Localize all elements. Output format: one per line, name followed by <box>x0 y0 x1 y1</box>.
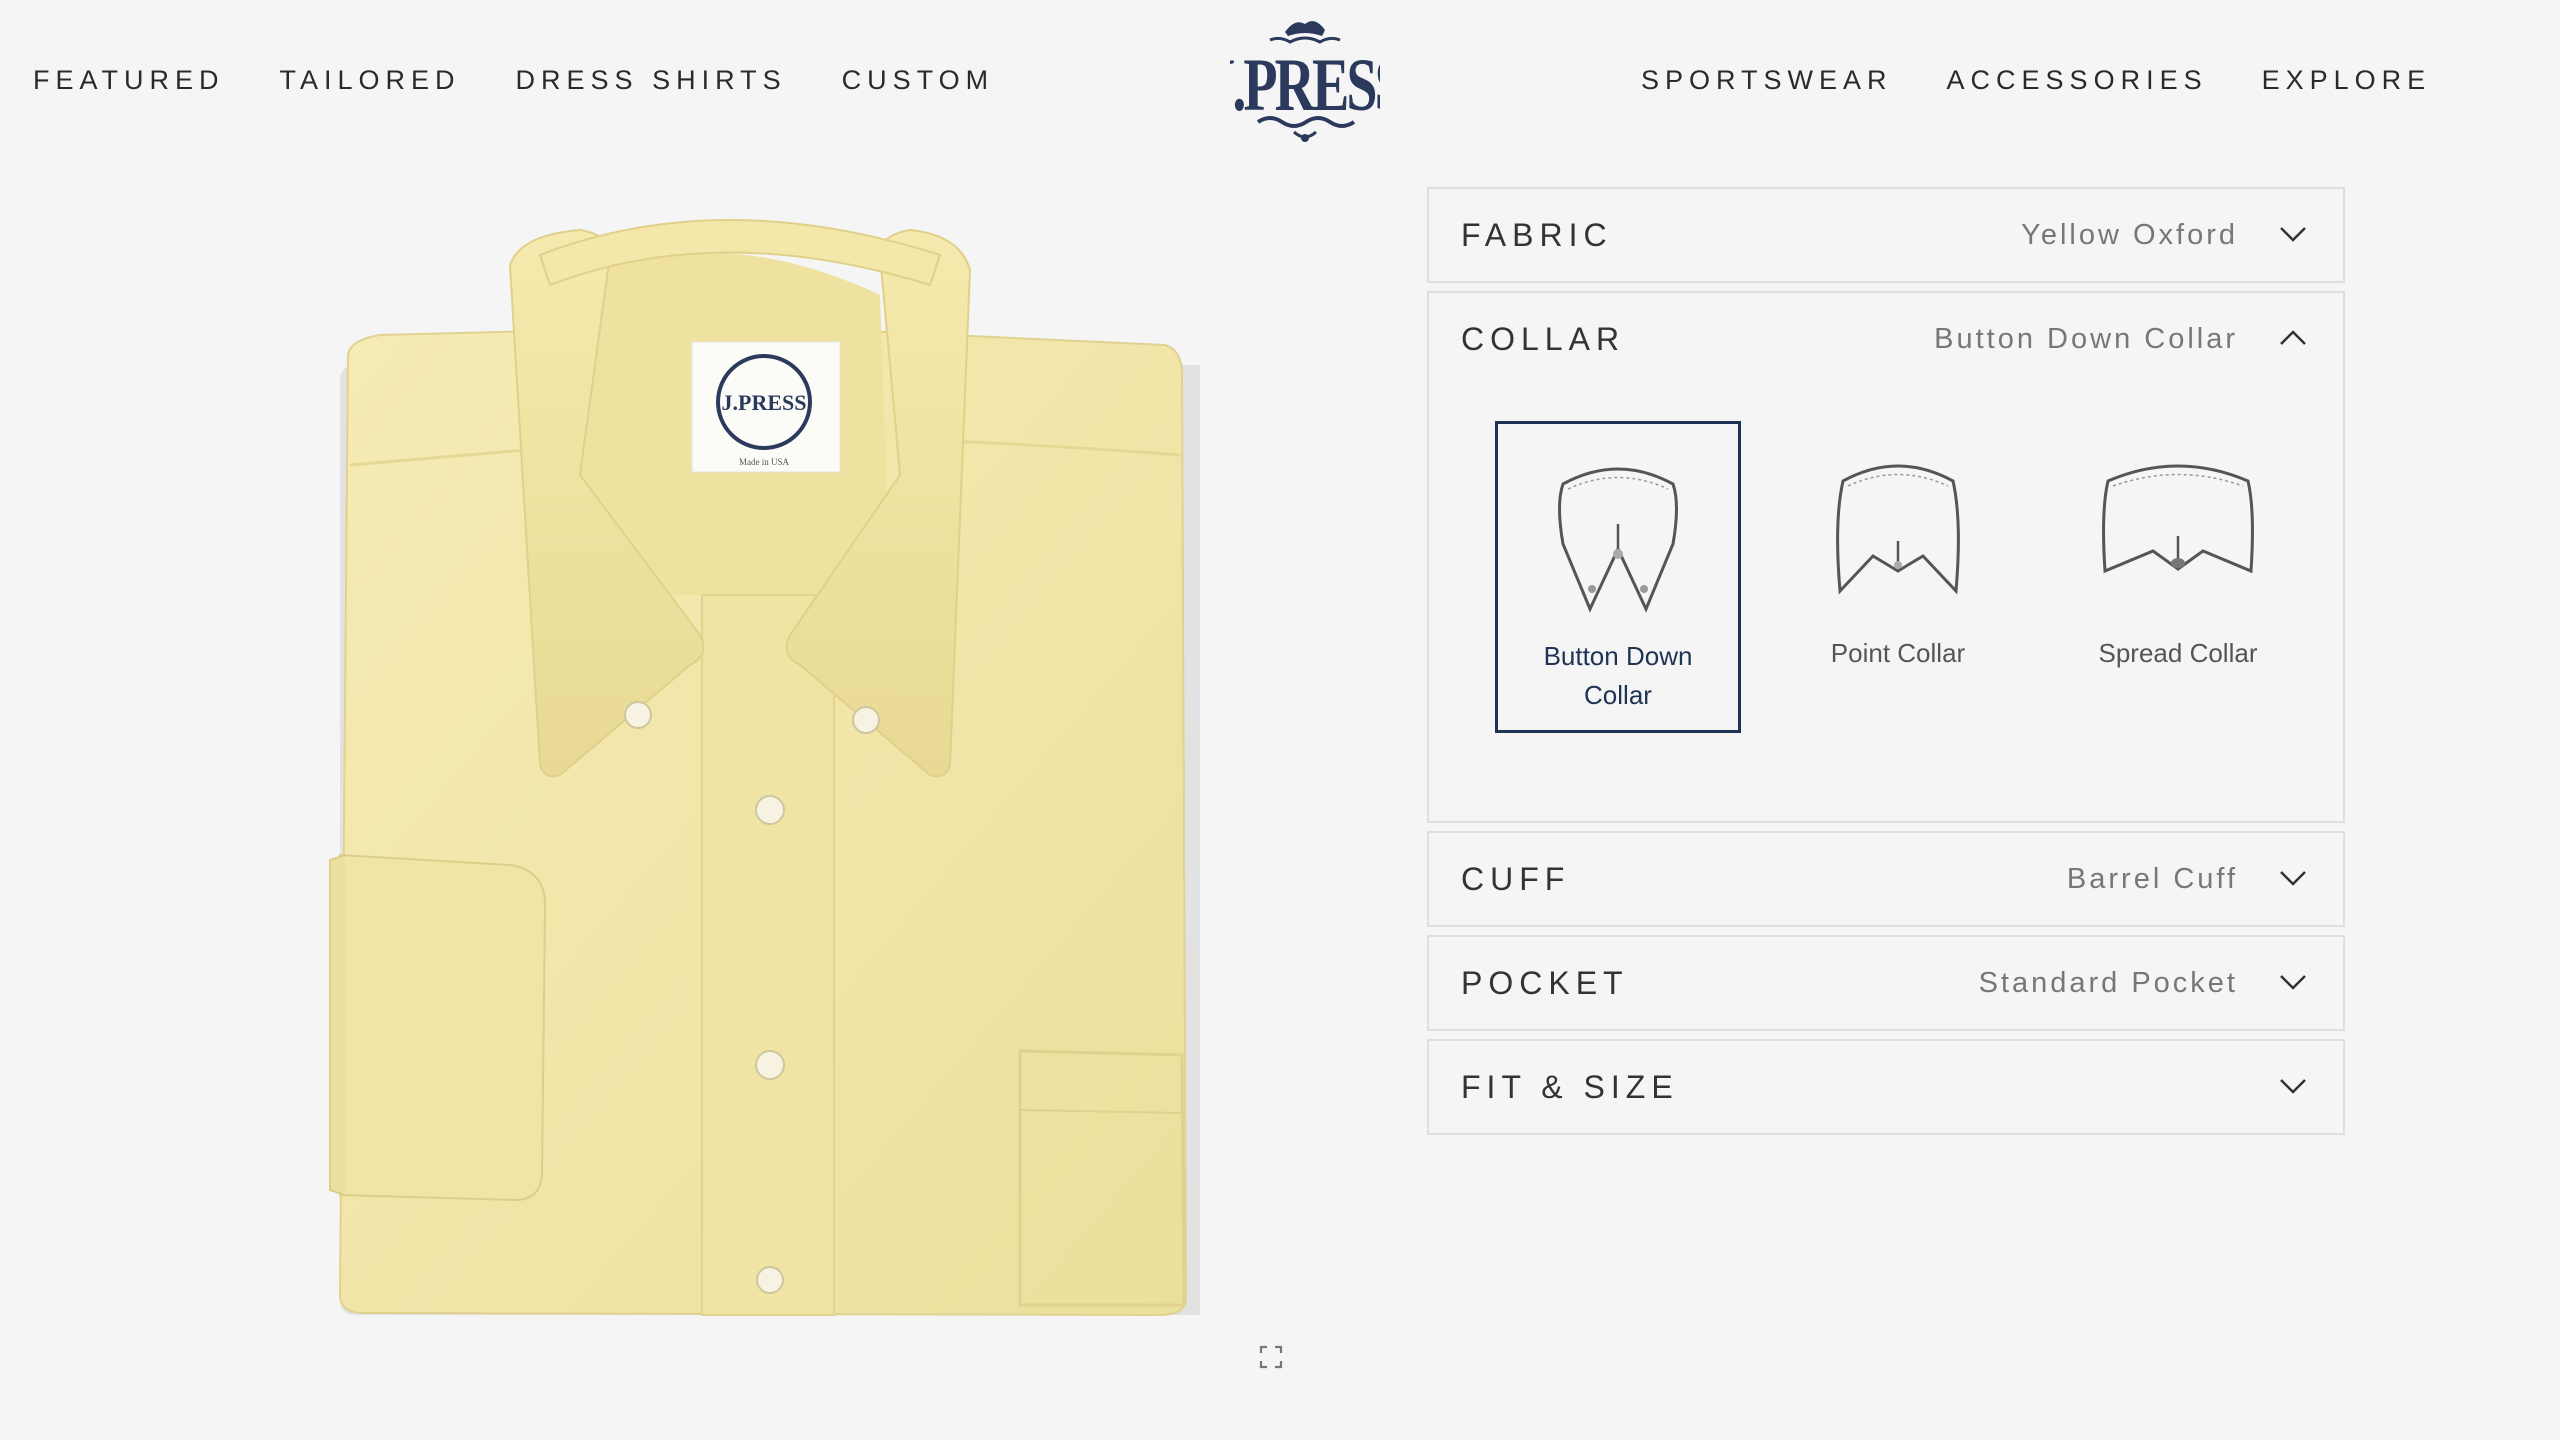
collar-option-spread[interactable]: Spread Collar <box>2055 421 2301 733</box>
nav-right-group: SPORTSWEAR ACCESSORIES EXPLORE <box>1641 60 2485 100</box>
brand-logo[interactable]: J.PRESS <box>1207 10 1407 150</box>
cuff-title: CUFF <box>1461 860 1571 897</box>
fit-size-section: FIT & SIZE <box>1427 1039 2345 1135</box>
top-navigation: FEATURED TAILORED DRESS SHIRTS CUSTOM J.… <box>0 0 2560 160</box>
folded-shirt-illustration: J.PRESS Made in USA <box>329 219 1220 1317</box>
nav-custom[interactable]: CUSTOM <box>842 60 995 100</box>
cuff-section: CUFF Barrel Cuff <box>1427 831 2345 927</box>
nav-sportswear[interactable]: SPORTSWEAR <box>1641 60 1893 100</box>
nav-left-group: FEATURED TAILORED DRESS SHIRTS CUSTOM <box>33 60 1049 100</box>
collar-option-point[interactable]: Point Collar <box>1775 421 2021 733</box>
fabric-value: Yellow Oxford <box>2021 218 2238 251</box>
collar-options: Button Down Collar Point Collar Spread C… <box>1429 385 2343 821</box>
nav-dress-shirts[interactable]: DRESS SHIRTS <box>516 60 787 100</box>
logo-text: J.PRESS <box>1230 44 1380 127</box>
product-image: J.PRESS Made in USA <box>320 215 1220 1335</box>
collar-option-label: Spread Collar <box>2098 638 2258 668</box>
button-down-collar-icon <box>1558 467 1678 613</box>
collar-option-label: Point Collar <box>1830 638 1966 668</box>
collar-value: Button Down Collar <box>1934 322 2238 355</box>
pocket-value: Standard Pocket <box>1978 966 2238 999</box>
chevron-up-icon <box>2280 330 2306 345</box>
spread-collar-icon <box>2102 464 2254 574</box>
pocket-section: POCKET Standard Pocket <box>1427 935 2345 1031</box>
fabric-header[interactable]: FABRIC Yellow Oxford <box>1429 189 2343 281</box>
expand-icon[interactable] <box>1259 1345 1283 1369</box>
label-logo: J.PRESS <box>722 390 807 415</box>
pocket-header[interactable]: POCKET Standard Pocket <box>1429 937 2343 1029</box>
fabric-section: FABRIC Yellow Oxford <box>1427 187 2345 283</box>
collar-option-label: Button Down Collar <box>1543 641 1693 710</box>
nav-accessories[interactable]: ACCESSORIES <box>1947 60 2208 100</box>
pocket-title: POCKET <box>1461 964 1629 1001</box>
cuff-header[interactable]: CUFF Barrel Cuff <box>1429 833 2343 925</box>
chevron-down-icon <box>2280 227 2306 242</box>
collar-header[interactable]: COLLAR Button Down Collar <box>1429 293 2343 385</box>
label-made-in: Made in USA <box>739 457 789 467</box>
collar-option-button-down[interactable]: Button Down Collar <box>1495 421 1741 733</box>
nav-featured[interactable]: FEATURED <box>33 60 225 100</box>
chevron-down-icon <box>2280 871 2306 886</box>
collar-section: COLLAR Button Down Collar Button Down Co… <box>1427 291 2345 823</box>
fabric-title: FABRIC <box>1461 216 1613 253</box>
logo-graphic: J.PRESS <box>1207 21 1407 142</box>
nav-tailored[interactable]: TAILORED <box>280 60 461 100</box>
nav-explore[interactable]: EXPLORE <box>2262 60 2432 100</box>
collar-title: COLLAR <box>1461 320 1626 357</box>
shirt-configurator: FABRIC Yellow Oxford COLLAR Button Down … <box>1427 187 2345 1143</box>
chevron-down-icon <box>2280 975 2306 990</box>
chevron-down-icon <box>2280 1079 2306 1094</box>
cuff-value: Barrel Cuff <box>2066 862 2238 895</box>
fit-size-header[interactable]: FIT & SIZE <box>1429 1041 2343 1133</box>
fit-size-title: FIT & SIZE <box>1461 1068 1679 1105</box>
point-collar-icon <box>1836 464 1960 595</box>
